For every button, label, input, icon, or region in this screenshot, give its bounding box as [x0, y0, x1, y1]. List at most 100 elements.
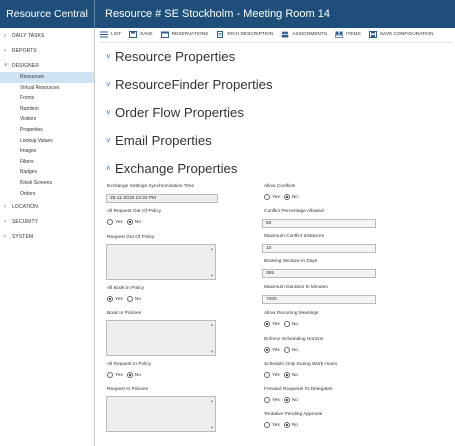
sidebar-item-forms[interactable]: Forms	[0, 93, 94, 104]
sidebar-item-resources[interactable]: Resources	[0, 72, 94, 83]
items-button[interactable]: ITEMS	[335, 31, 361, 38]
book-in-label: Book In Policies	[107, 311, 142, 316]
scrollbar[interactable]: ▲ ▼	[209, 397, 215, 431]
radio-no[interactable]: No	[283, 422, 298, 428]
sidebar-item-orders[interactable]: Orders	[0, 189, 94, 200]
scroll-up-icon: ▲	[210, 322, 214, 327]
assignments-icon	[281, 31, 289, 37]
forward-requests-label: Forward Requests To Delegates	[264, 387, 333, 392]
radio-no[interactable]: No	[283, 194, 298, 200]
radio-yes[interactable]: Yes	[107, 219, 123, 225]
page-title: Resource # SE Stockholm - Meeting Room 1…	[105, 8, 330, 20]
chevron-down-icon: ˅	[106, 108, 111, 117]
save-configuration-button[interactable]: SAVE CONFIGURATION	[368, 30, 434, 38]
items-icon	[335, 31, 344, 38]
sidebar-section-system[interactable]: › SYSTEM	[0, 231, 94, 243]
calendar-icon	[160, 31, 169, 38]
radio-yes[interactable]: Yes	[264, 422, 280, 428]
request-in-textarea[interactable]: ▲ ▼	[106, 396, 216, 432]
chevron-down-icon: ˅	[106, 136, 111, 145]
section-order-flow-properties[interactable]: ˅ Order Flow Properties	[106, 105, 244, 120]
all-request-out-label: All Request Out Of Policy	[107, 209, 162, 214]
sidebar-item-filters[interactable]: Filters	[0, 157, 94, 168]
request-out-label: Request Out Of Policy	[107, 235, 155, 240]
max-duration-input[interactable]: 7200	[262, 295, 376, 304]
radio-yes[interactable]: Yes	[264, 397, 280, 403]
section-email-properties[interactable]: ˅ Email Properties	[106, 133, 212, 148]
book-in-textarea[interactable]: ▲ ▼	[106, 320, 216, 356]
save-icon	[129, 30, 138, 38]
radio-no[interactable]: No	[126, 219, 141, 225]
radio-yes[interactable]: Yes	[264, 347, 280, 353]
list-button[interactable]: LIST	[100, 31, 121, 38]
tentative-approval-radios: Yes No	[264, 422, 302, 428]
scroll-down-icon: ▼	[210, 273, 214, 278]
enforce-horizon-label: Enforce Scheduling Horizon	[264, 337, 324, 342]
conflict-percentage-input[interactable]: 50	[262, 219, 376, 228]
save-config-icon	[368, 30, 377, 38]
sidebar-section-security[interactable]: › SECURITY	[0, 216, 94, 228]
top-bar: Resource Central Resource # SE Stockholm…	[0, 0, 455, 28]
sidebar-item-badges[interactable]: Badges	[0, 167, 94, 178]
radio-yes[interactable]: Yes	[107, 296, 123, 302]
radio-yes[interactable]: Yes	[264, 321, 280, 327]
radio-no[interactable]: No	[283, 321, 298, 327]
booking-window-input[interactable]: 365	[262, 269, 376, 278]
chevron-right-icon: ›	[4, 204, 7, 211]
max-conflict-label: Maximum Conflict Instances	[264, 234, 324, 239]
radio-yes[interactable]: Yes	[264, 372, 280, 378]
enforce-horizon-radios: Yes No	[264, 347, 302, 353]
max-conflict-input[interactable]: 10	[262, 244, 376, 253]
assignments-button[interactable]: ASSIGNMENTS	[281, 31, 327, 38]
all-request-in-radios: Yes No	[107, 372, 145, 378]
sync-time-field: 26-11-2018 12:32 PM	[106, 194, 218, 203]
work-hours-label: Schedule Only During Work Hours	[264, 362, 338, 367]
sidebar-section-location[interactable]: › LOCATION	[0, 201, 94, 213]
sync-time-label: Exchange Settings Synchronization Time	[107, 184, 195, 189]
work-hours-radios: Yes No	[264, 372, 302, 378]
sidebar-item-nutrition[interactable]: Nutrition	[0, 104, 94, 115]
save-button[interactable]: SAVE	[129, 30, 153, 38]
allow-conflicts-radios: Yes No	[264, 194, 302, 200]
request-out-textarea[interactable]: ▲ ▼	[106, 244, 216, 280]
booking-window-label: Booking Window In Days	[264, 259, 318, 264]
scrollbar[interactable]: ▲ ▼	[209, 245, 215, 279]
radio-yes[interactable]: Yes	[107, 372, 123, 378]
chevron-down-icon: ˅	[106, 52, 111, 61]
scroll-up-icon: ▲	[210, 246, 214, 251]
rich-description-button[interactable]: RICH DESCRIPTION	[216, 30, 273, 38]
sidebar-section-designer[interactable]: ˅ DESIGNER	[0, 60, 94, 72]
sidebar-item-virtual-resources[interactable]: Virtual Resources	[0, 83, 94, 94]
chevron-down-icon: ˅	[106, 80, 111, 89]
all-request-out-radios: Yes No	[107, 219, 145, 225]
toolbar: LIST SAVE RESERVATIONS RICH DESCRIPTION …	[100, 29, 453, 39]
sidebar-item-visitors[interactable]: Visitors	[0, 114, 94, 125]
radio-yes[interactable]: Yes	[264, 194, 280, 200]
section-resource-properties[interactable]: ˅ Resource Properties	[106, 49, 235, 64]
sidebar-item-images[interactable]: Images	[0, 146, 94, 157]
radio-no[interactable]: No	[283, 347, 298, 353]
section-exchange-properties[interactable]: ˄ Exchange Properties	[106, 161, 237, 176]
radio-no[interactable]: No	[126, 372, 141, 378]
section-resourcefinder-properties[interactable]: ˅ ResourceFinder Properties	[106, 77, 273, 92]
reservations-button[interactable]: RESERVATIONS	[160, 31, 208, 38]
sidebar-section-reports[interactable]: › REPORTS	[0, 45, 94, 57]
sidebar-item-lookup-values[interactable]: Lookup Values	[0, 136, 94, 147]
chevron-down-icon: ˅	[4, 63, 8, 69]
sidebar-item-kiosk-screens[interactable]: Kiosk Screens	[0, 178, 94, 189]
request-in-label: Request In Policies	[107, 387, 149, 392]
app-brand[interactable]: Resource Central	[0, 0, 95, 28]
all-book-in-radios: Yes No	[107, 296, 145, 302]
chevron-right-icon: ›	[4, 33, 7, 39]
radio-no[interactable]: No	[283, 397, 298, 403]
sidebar-section-daily-tasks[interactable]: › DAILY TASKS	[0, 30, 94, 42]
allow-recurring-radios: Yes No	[264, 321, 302, 327]
chevron-up-icon: ˄	[106, 164, 111, 173]
document-icon	[217, 30, 224, 38]
sidebar-item-properties[interactable]: Properties	[0, 125, 94, 136]
scrollbar[interactable]: ▲ ▼	[209, 321, 215, 355]
radio-no[interactable]: No	[283, 372, 298, 378]
list-icon	[100, 31, 108, 37]
scroll-down-icon: ▼	[210, 349, 214, 354]
radio-no[interactable]: No	[126, 296, 141, 302]
